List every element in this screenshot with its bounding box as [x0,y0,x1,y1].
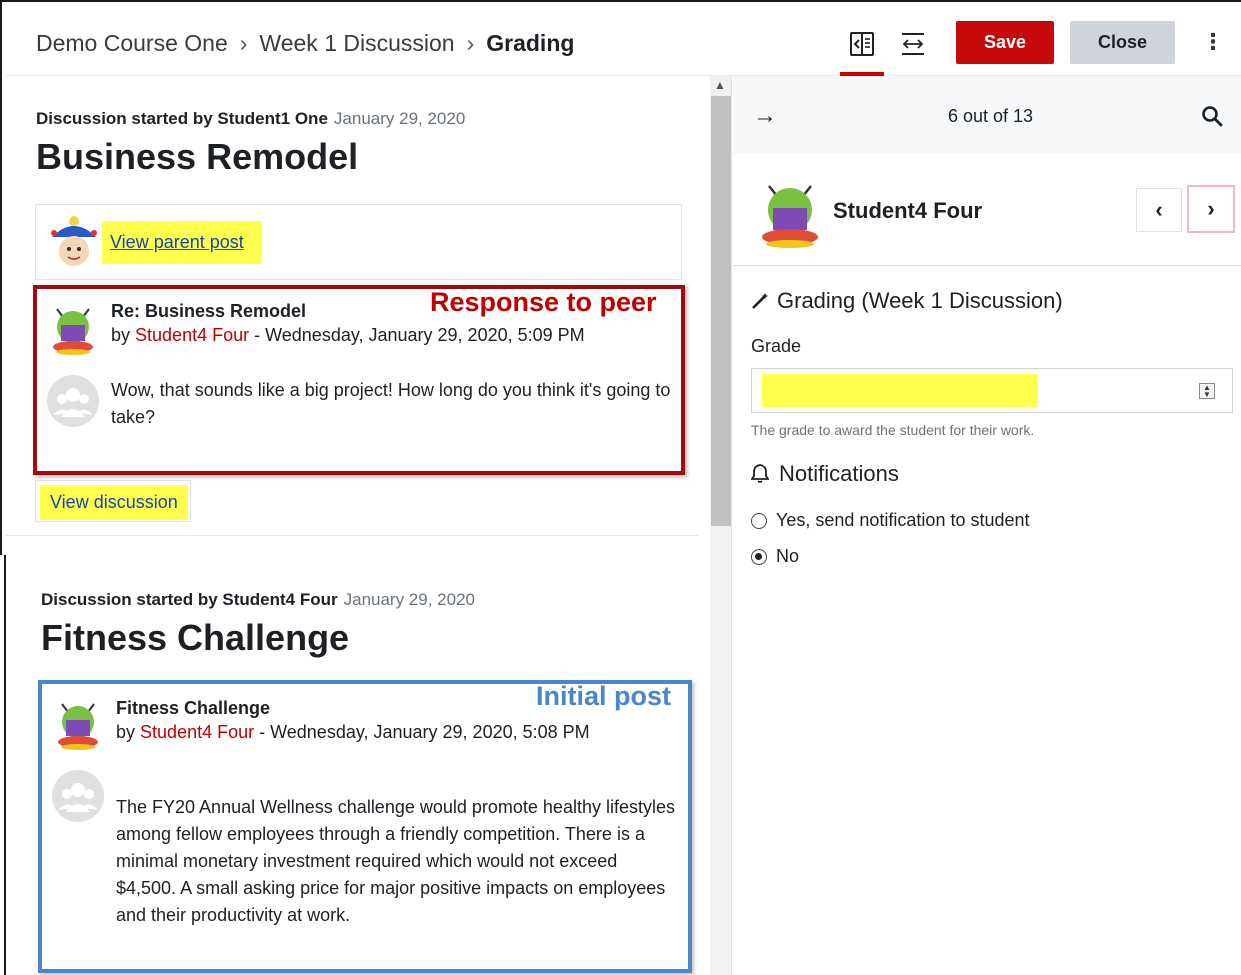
breadcrumb-activity[interactable]: Week 1 Discussion [259,30,454,56]
parent-post-box: View parent post [35,204,682,280]
more-actions-icon[interactable]: ⋮ [1202,30,1224,54]
group-avatar-icon [47,375,99,427]
notifications-title-text: Notifications [779,461,899,486]
magic-wand-icon [752,293,768,309]
view-parent-post-link[interactable]: View parent post [102,221,262,264]
search-icon[interactable] [1200,104,1224,128]
notify-no-label: No [776,546,800,566]
grade-help-text: The grade to award the student for their… [751,422,1035,438]
save-button[interactable]: Save [956,21,1054,64]
student-name: Student4 Four [833,198,983,223]
discussion-title: Fitness Challenge [41,617,350,658]
discussion-date: January 29, 2020 [333,109,466,128]
breadcrumb-course[interactable]: Demo Course One [36,30,228,56]
breadcrumb-separator: › [466,30,475,56]
view-discussion-box: View discussion [35,480,191,522]
post-author-link[interactable]: Student4 Four [140,722,254,742]
group-avatar-icon [52,770,104,822]
jester-avatar [51,216,97,266]
notify-no-option[interactable]: No [751,546,799,567]
collapse-grader-icon[interactable] [840,30,884,76]
discussion-content-pane: Discussion started by Student1 One Januar… [6,76,710,975]
student-avatar-icon [58,703,98,750]
post-message: Wow, that sounds like a big project! How… [111,380,671,427]
post-message: The FY20 Annual Wellness challenge would… [116,797,675,925]
group-svg [58,783,98,812]
response-to-peer-annotation: Response to peer [430,287,657,317]
discussion-date: January 29, 2020 [343,590,475,609]
close-button[interactable]: Close [1070,21,1175,64]
grade-input-wrapper: ▲ ▼ [751,368,1233,413]
frame-border-left [0,0,2,555]
post-byline: by Student4 Four - Wednesday, January 29… [111,325,585,346]
notifications-section-title: Notifications [750,461,899,487]
view-discussion-link[interactable]: View discussion [40,485,188,520]
student-avatar-icon [53,308,93,355]
post-subject: Fitness Challenge [116,698,271,718]
grade-input[interactable] [762,374,1038,407]
grade-label: Grade [751,336,802,356]
post-timestamp: - Wednesday, January 29, 2020, 5:08 PM [254,722,590,742]
post-byline: by Student4 Four - Wednesday, January 29… [116,722,590,743]
collapse-grader-svg [850,32,874,56]
content-scrollbar[interactable]: ▲ [710,76,732,975]
grading-section-title: Grading (Week 1 Discussion) [751,288,1063,314]
by-prefix: by [111,325,131,345]
bell-icon [750,464,770,483]
previous-student-button[interactable]: ‹ [1136,188,1182,232]
post-author-link[interactable]: Student4 Four [135,325,249,345]
expand-view-icon[interactable] [899,30,927,58]
breadcrumb-separator: › [239,30,248,56]
notify-yes-radio[interactable] [751,512,767,529]
current-student-row: Student4 Four ‹ › [733,154,1241,266]
notify-no-radio[interactable] [751,548,767,565]
breadcrumb: Demo Course One › Week 1 Discussion › Gradin… [36,30,574,57]
initial-post-box: Initial post Fitness Challenge by Studen… [38,680,692,973]
scrollbar-thumb[interactable] [711,96,731,526]
scroll-up-icon[interactable]: ▲ [714,78,726,92]
notify-yes-label: Yes, send notification to student [776,510,1030,530]
response-post-box: Response to peer Re: Business Remodel by… [33,285,685,475]
student-avatar-icon [762,185,818,248]
collapse-panel-arrow-icon[interactable]: → [753,102,777,130]
grade-spinner[interactable]: ▲ ▼ [1199,383,1215,399]
started-by-text: Discussion started by Student4 Four [41,590,338,609]
grader-panel: → 6 out of 13 Student4 Four ‹ › Grading … [733,76,1241,975]
discussion-started-by: Discussion started by Student4 Four Janua… [41,590,475,610]
group-svg [53,388,93,417]
post-timestamp: - Wednesday, January 29, 2020, 5:09 PM [249,325,585,345]
next-student-button[interactable]: › [1187,185,1235,233]
discussion-divider [6,535,698,536]
student-position-count: 6 out of 13 [948,106,1034,126]
initial-post-annotation: Initial post [536,681,671,711]
expand-view-svg [902,33,924,55]
notify-yes-option[interactable]: Yes, send notification to student [751,510,1030,531]
by-prefix: by [116,722,136,742]
discussion-title: Business Remodel [36,136,359,177]
grader-header: Demo Course One › Week 1 Discussion › Gradin… [6,2,1241,76]
started-by-text: Discussion started by Student1 One [36,109,328,128]
discussion-started-by: Discussion started by Student1 One Januar… [36,109,465,129]
breadcrumb-current: Grading [486,30,575,56]
post-subject: Re: Business Remodel [111,301,307,321]
grading-title-text: Grading (Week 1 Discussion) [777,288,1063,313]
grader-nav-bar: → 6 out of 13 [733,76,1241,154]
